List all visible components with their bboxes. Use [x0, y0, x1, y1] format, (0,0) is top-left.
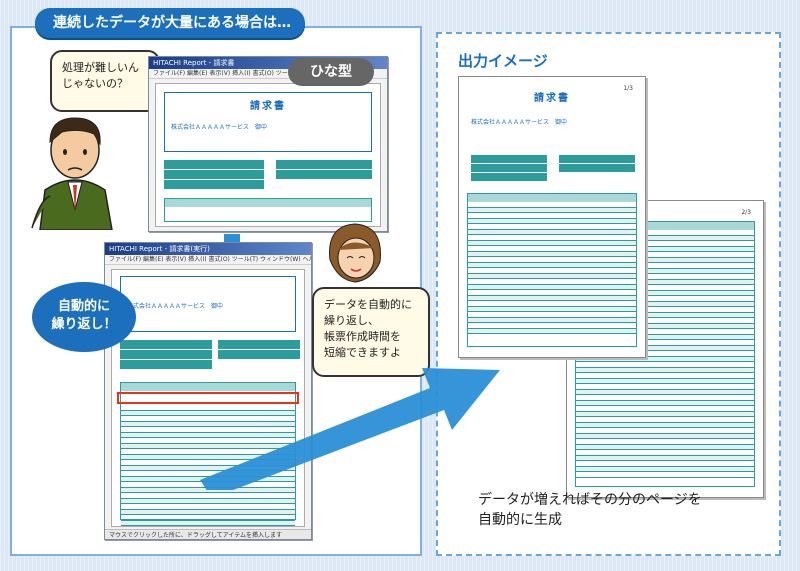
window-menu: ファイル(F) 編集(E) 表示(V) 挿入(I) 書式(O) ツール(T) ウ… [105, 255, 311, 265]
page-1-table [467, 193, 637, 347]
invoice-codes [276, 160, 372, 180]
output-title: 出力イメージ [458, 52, 548, 70]
auto-repeat-text: 自動的に 繰り返し！ [51, 299, 117, 332]
man-speech-bubble: 処理が難しいん じゃないの？ [50, 50, 160, 112]
template-detail-row [164, 198, 372, 222]
invoice-title: 請求書 [250, 101, 286, 112]
invoice-title: 請求書 [534, 93, 570, 104]
man-bubble-text: 処理が難しいん じゃないの？ [62, 61, 139, 90]
invoice-summary [471, 155, 547, 181]
status-bar: マウスでクリックした所に、ドラッグしてアイテムを挿入します [105, 529, 311, 539]
window-title: HITACHI Report - 請求書(実行) [105, 243, 311, 255]
caption-text: データが増えればその分のページを 自動的に生成 [478, 492, 702, 528]
invoice-summary [120, 340, 212, 369]
output-arrow-icon [200, 368, 500, 490]
invoice-company: 株式会社ＡＡＡＡＡサービス 御中 [171, 124, 268, 131]
template-document: 請求書 株式会社ＡＡＡＡＡサービス 御中 [155, 83, 381, 227]
page-number: 2/3 [741, 209, 751, 216]
invoice-company: 株式会社ＡＡＡＡＡサービス 御中 [471, 119, 568, 126]
woman-icon [329, 223, 381, 283]
invoice-summary [164, 160, 264, 190]
businessman-icon [31, 117, 113, 230]
invoice-header-frame: 株式会社ＡＡＡＡＡサービス 御中 [120, 276, 296, 332]
section-title: 連続したデータが大量にある場合は… [35, 8, 305, 38]
page-number: 1/3 [623, 85, 633, 92]
template-label: ひな型 [288, 58, 374, 86]
invoice-company: 株式会社ＡＡＡＡＡサービス 御中 [127, 303, 224, 310]
invoice-codes [559, 155, 635, 172]
auto-repeat-badge: 自動的に 繰り返し！ [32, 282, 136, 352]
output-caption: データが増えればその分のページを 自動的に生成 [478, 490, 702, 530]
invoice-header-frame: 請求書 株式会社ＡＡＡＡＡサービス 御中 [164, 92, 372, 152]
output-page-1: 請求書 1/3 株式会社ＡＡＡＡＡサービス 御中 [458, 76, 646, 358]
